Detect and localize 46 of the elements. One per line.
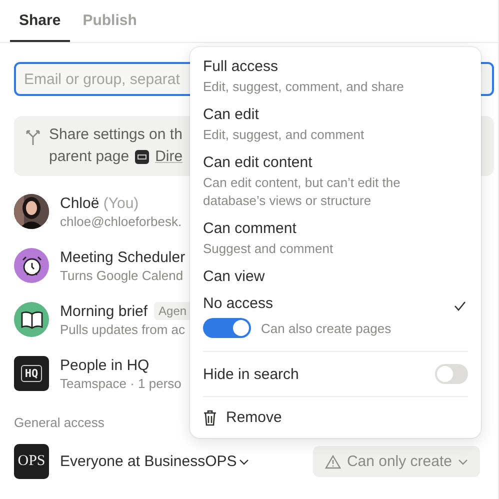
warning-icon [324, 454, 341, 468]
option-description: Suggest and comment [203, 240, 334, 258]
option-title: Can view [203, 268, 265, 285]
chevron-down-icon [458, 458, 468, 464]
member-detail: chloe@chloeforbesk. [60, 214, 182, 228]
agent-badge: Agen [154, 302, 192, 320]
member-name: Meeting Scheduler [60, 248, 186, 266]
menu-option[interactable]: Can edit content Can edit content, but can’t edit the database’s views or structure [203, 149, 468, 215]
option-title: Full access [203, 58, 280, 75]
member-name: Chloë (You) [60, 194, 139, 212]
member-detail: Teamspace · 1 perso [60, 376, 182, 390]
option-title: No access [203, 295, 274, 312]
menu-option[interactable]: Can comment Suggest and comment [203, 215, 468, 263]
toggle-label: Can also create pages [261, 320, 392, 336]
checkmark-icon [454, 301, 466, 311]
chevron-down-icon [238, 458, 249, 464]
tab[interactable]: Share [10, 0, 70, 42]
menu-option[interactable]: Can edit Edit, suggest, and comment [203, 101, 468, 149]
hq-logo: HQ [14, 356, 49, 391]
workspace-dropdown[interactable]: Everyone at BusinessOPS [60, 453, 249, 470]
notice-text: Share settings on th [49, 126, 182, 144]
option-description: Can edit content, but can’t edit the database’s views or structure [203, 174, 402, 210]
option-title: Can comment [203, 220, 298, 237]
toggle-switch[interactable] [203, 318, 251, 338]
ops-logo: OPS [14, 444, 49, 479]
member-detail: Turns Google Calend [60, 268, 184, 282]
branch-icon [26, 130, 40, 146]
member-name: Morning brief [60, 302, 148, 320]
trash-icon [203, 410, 217, 426]
option-description: Edit, suggest, and comment [203, 126, 366, 144]
notice-text: parent page [49, 148, 130, 166]
menu-option[interactable]: Full access Edit, suggest, comment, and share [203, 53, 468, 101]
member-detail: Pulls updates from ac [60, 322, 186, 337]
page-icon [135, 150, 150, 164]
option-description: Edit, suggest, comment, and share [203, 78, 405, 96]
section-label: General access [14, 415, 104, 430]
option-title: Can edit content [203, 154, 314, 171]
remove-button[interactable]: Remove [203, 405, 468, 432]
toggle-switch[interactable] [435, 364, 468, 384]
parent-page-link[interactable]: Dire [155, 148, 183, 166]
member-name: People in HQ [60, 356, 150, 374]
option-title: Hide in search [203, 366, 299, 382]
option-title: Can edit [203, 106, 260, 123]
alarm-clock-icon [14, 248, 49, 283]
book-icon [14, 302, 49, 337]
menu-option[interactable]: Can view [203, 263, 468, 290]
